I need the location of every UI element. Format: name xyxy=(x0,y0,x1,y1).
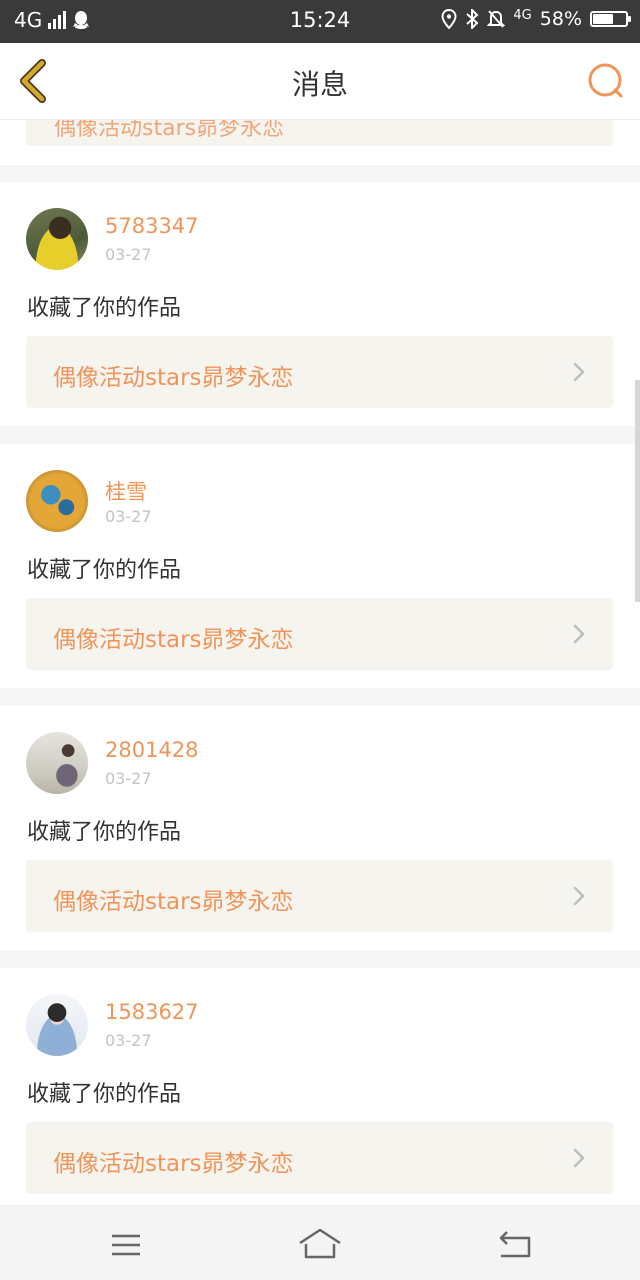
page-title: 消息 xyxy=(291,68,348,101)
work-link-partial[interactable]: 偶像活动stars昴梦永恋 xyxy=(26,120,613,146)
message-date: 03-27 xyxy=(105,507,152,526)
nav-bar: 消息 xyxy=(0,43,640,120)
list-item: 桂雪 03-27 收藏了你的作品 偶像活动stars昴梦永恋 xyxy=(0,444,640,688)
work-link-label: 偶像活动stars昴梦永恋 xyxy=(53,365,294,391)
bluetooth-icon xyxy=(466,9,479,29)
work-link[interactable]: 偶像活动stars昴梦永恋 xyxy=(26,1122,613,1194)
status-bar: 4G 15:24 4G 58% xyxy=(0,0,640,43)
avatar[interactable] xyxy=(26,732,88,794)
message-list[interactable]: 偶像活动stars昴梦永恋 5783347 03-27 收藏了你的作品 偶像活动… xyxy=(0,120,640,1205)
home-icon xyxy=(299,1228,341,1259)
message-date: 03-27 xyxy=(105,245,152,264)
message-text: 收藏了你的作品 xyxy=(27,1082,182,1107)
message-date: 03-27 xyxy=(105,1031,152,1050)
chevron-right-icon xyxy=(573,624,585,644)
home-button[interactable] xyxy=(298,1224,342,1264)
list-item-partial[interactable]: 偶像活动stars昴梦永恋 xyxy=(0,120,640,165)
message-text: 收藏了你的作品 xyxy=(27,558,182,583)
list-item: 1583627 03-27 收藏了你的作品 偶像活动stars昴梦永恋 xyxy=(0,968,640,1205)
avatar[interactable] xyxy=(26,994,88,1056)
menu-button[interactable] xyxy=(104,1224,148,1264)
list-item: 2801428 03-27 收藏了你的作品 偶像活动stars昴梦永恋 xyxy=(0,706,640,950)
battery-label: 58% xyxy=(539,8,582,30)
work-link[interactable]: 偶像活动stars昴梦永恋 xyxy=(26,598,613,670)
chevron-right-icon xyxy=(573,1148,585,1168)
back-nav-button[interactable] xyxy=(493,1224,537,1264)
username[interactable]: 2801428 xyxy=(105,738,199,762)
work-link-label: 偶像活动stars昴梦永恋 xyxy=(53,1151,294,1177)
avatar[interactable] xyxy=(26,470,88,532)
username[interactable]: 1583627 xyxy=(105,1000,199,1024)
work-link[interactable]: 偶像活动stars昴梦永恋 xyxy=(26,860,613,932)
message-text: 收藏了你的作品 xyxy=(27,820,182,845)
back-icon xyxy=(499,1231,531,1258)
scrollbar[interactable] xyxy=(635,380,640,602)
avatar[interactable] xyxy=(26,208,88,270)
system-nav-bar xyxy=(0,1205,640,1280)
search-button[interactable] xyxy=(586,61,626,101)
location-icon xyxy=(441,9,457,29)
work-link[interactable]: 偶像活动stars昴梦永恋 xyxy=(26,336,613,408)
chevron-right-icon xyxy=(573,362,585,382)
bell-off-icon xyxy=(487,10,506,28)
list-item: 5783347 03-27 收藏了你的作品 偶像活动stars昴梦永恋 xyxy=(0,182,640,426)
username[interactable]: 桂雪 xyxy=(105,476,147,506)
work-link-label: 偶像活动stars昴梦永恋 xyxy=(53,627,294,653)
network-right-label: 4G xyxy=(513,7,532,23)
username[interactable]: 5783347 xyxy=(105,214,199,238)
work-link-label: 偶像活动stars昴梦永恋 xyxy=(54,120,285,141)
message-date: 03-27 xyxy=(105,769,152,788)
menu-icon xyxy=(112,1234,140,1256)
status-right: 4G 58% xyxy=(441,7,631,30)
message-text: 收藏了你的作品 xyxy=(27,296,182,321)
chevron-right-icon xyxy=(573,886,585,906)
battery-icon xyxy=(590,11,631,27)
battery-fill xyxy=(593,14,613,24)
work-link-label: 偶像活动stars昴梦永恋 xyxy=(53,889,294,915)
